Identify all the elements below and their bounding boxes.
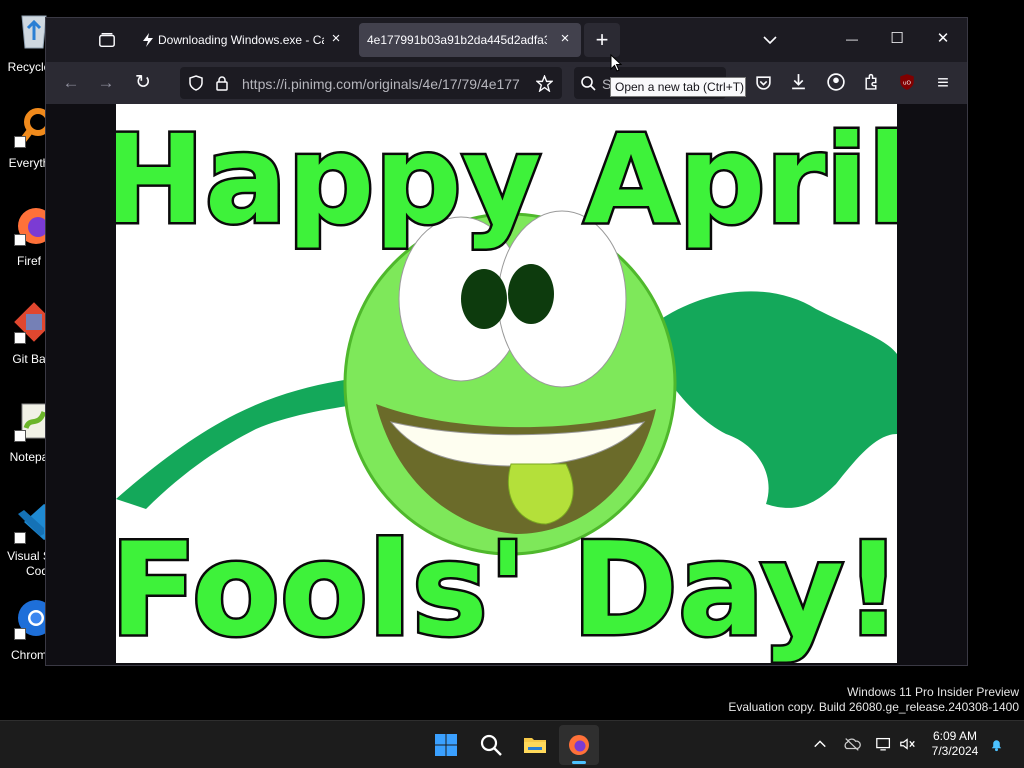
tab-downloading[interactable]: Downloading Windows.exe - Ca × [134, 23, 352, 57]
windows-watermark: Windows 11 Pro Insider Preview Evaluatio… [728, 685, 1019, 715]
url-text: https://i.pinimg.com/originals/4e/17/79/… [242, 76, 520, 92]
navigation-toolbar: ← → ↻ https://i.pinimg.com/originals/4e/… [46, 62, 967, 104]
notification-bell-icon[interactable] [989, 737, 1004, 752]
taskbar-firefox[interactable] [559, 725, 599, 765]
mouse-cursor-icon [610, 54, 622, 72]
taskbar-file-explorer[interactable] [515, 725, 555, 765]
firefox-window: Downloading Windows.exe - Ca × 4e177991b… [45, 17, 968, 666]
back-button[interactable]: ← [58, 70, 84, 96]
system-clock[interactable]: 6:09 AM 7/3/2024 [920, 729, 990, 759]
active-app-indicator [572, 761, 586, 764]
extensions-puzzle-icon[interactable] [863, 73, 880, 90]
taskbar-search-button[interactable] [471, 725, 511, 765]
downloads-icon[interactable] [790, 73, 807, 90]
clock-time: 6:09 AM [932, 729, 978, 743]
show-hidden-icons-chevron-up-icon[interactable] [813, 737, 827, 751]
shortcut-arrow-icon [14, 532, 26, 544]
tab-image-active[interactable]: 4e177991b03a91b2da445d2adfa335 × [359, 23, 581, 57]
headline-line-1: Happy April [116, 109, 897, 251]
list-all-tabs-chevron-down-icon[interactable] [762, 32, 778, 48]
taskbar: 6:09 AM 7/3/2024 [0, 720, 1024, 768]
reload-button[interactable]: ↻ [130, 70, 156, 96]
tab-bar: Downloading Windows.exe - Ca × 4e177991b… [46, 18, 967, 62]
close-window-button[interactable]: ✕ [932, 28, 954, 50]
url-bar[interactable]: https://i.pinimg.com/originals/4e/17/79/… [180, 67, 562, 99]
pocket-icon[interactable] [755, 74, 772, 91]
folder-icon [524, 738, 546, 753]
tab-title: Downloading Windows.exe - Ca [158, 33, 324, 47]
green-paint-splash-right [661, 291, 897, 508]
desktop: Recycle Everyth Firef Git Ba Notepa Visu… [0, 0, 1024, 768]
green-paint-splash-left [116, 379, 361, 509]
page-content: Happy April Fools' Day! [46, 104, 967, 665]
new-tab-tooltip: Open a new tab (Ctrl+T) [610, 77, 746, 97]
network-monitor-icon[interactable] [875, 736, 893, 752]
new-tab-button[interactable]: + [584, 23, 620, 57]
search-icon [581, 76, 596, 91]
svg-text:uO: uO [903, 80, 912, 86]
windows-logo-icon [435, 734, 457, 756]
watermark-edition: Windows 11 Pro Insider Preview [847, 685, 1019, 699]
watermark-build: Evaluation copy. Build 26080.ge_release.… [728, 700, 1019, 714]
ublock-origin-icon[interactable]: uO [898, 73, 916, 91]
search-icon [480, 734, 502, 756]
firefox-view-icon [99, 32, 115, 48]
minimize-button[interactable]: — [841, 28, 863, 50]
shortcut-arrow-icon [14, 332, 26, 344]
right-pupil [508, 264, 554, 324]
start-button[interactable] [426, 725, 466, 765]
shortcut-arrow-icon [14, 628, 26, 640]
april-fools-image: Happy April Fools' Day! [116, 104, 897, 663]
account-icon[interactable] [827, 73, 845, 91]
april-fools-artwork: Happy April Fools' Day! [116, 107, 897, 663]
shortcut-arrow-icon [14, 136, 26, 148]
tracking-protection-shield-icon[interactable] [188, 75, 204, 91]
forward-button[interactable]: → [93, 70, 119, 96]
shortcut-arrow-icon [14, 430, 26, 442]
tab-close-button[interactable]: × [328, 31, 344, 47]
onedrive-offline-icon[interactable] [843, 736, 861, 752]
firefox-icon [569, 735, 589, 755]
firefox-view-button[interactable] [86, 23, 115, 57]
clock-date: 7/3/2024 [931, 744, 979, 758]
lightning-icon [143, 33, 153, 47]
volume-muted-icon[interactable] [899, 736, 917, 752]
headline-line-2: Fools' Day! [116, 516, 897, 663]
shortcut-arrow-icon [14, 234, 26, 246]
left-pupil [461, 269, 507, 329]
tab-close-button[interactable]: × [557, 31, 573, 47]
application-menu-button[interactable]: ≡ [930, 70, 956, 96]
maximize-button[interactable]: ☐ [886, 28, 908, 50]
tab-title: 4e177991b03a91b2da445d2adfa335 [367, 33, 547, 47]
bookmark-star-icon[interactable] [536, 75, 553, 92]
lock-icon[interactable] [214, 75, 230, 91]
